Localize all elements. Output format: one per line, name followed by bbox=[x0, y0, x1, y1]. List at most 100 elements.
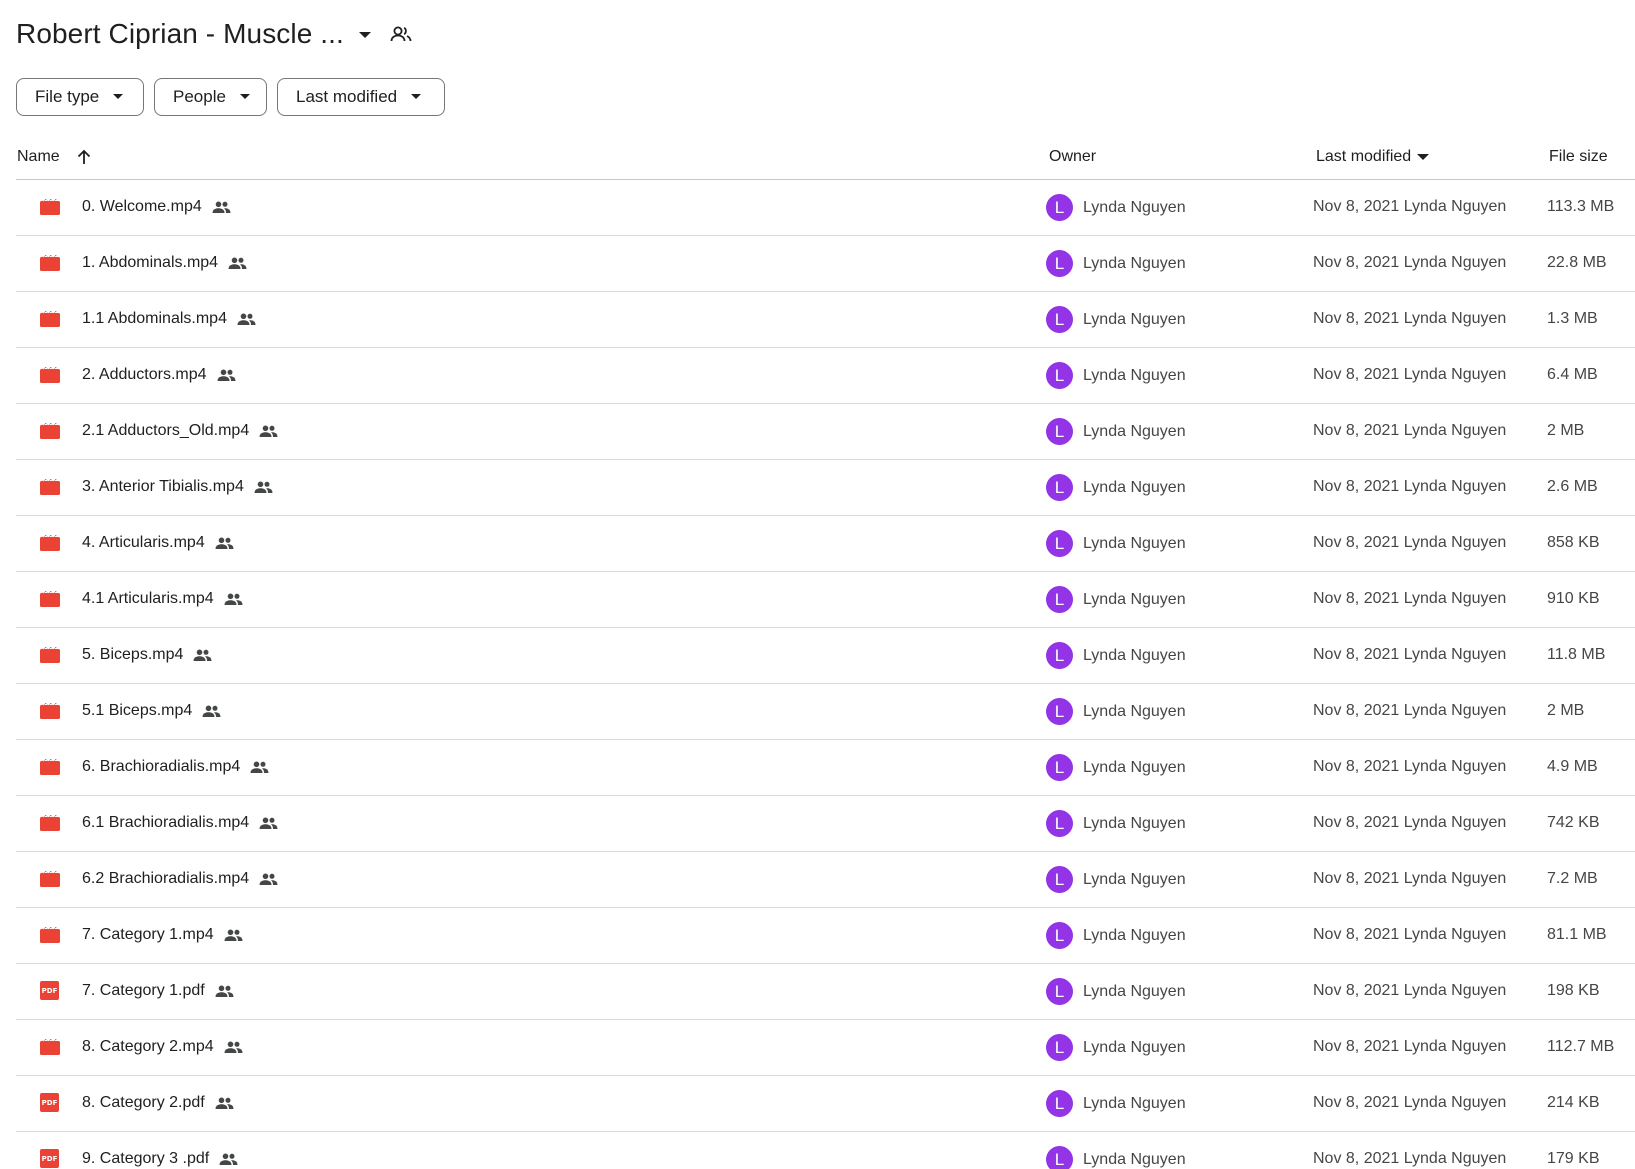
folder-title[interactable]: Robert Ciprian - Muscle ... bbox=[16, 18, 344, 50]
table-row[interactable]: 4.1 Articularis.mp4 L Lynda Nguyen Nov 8, 2… bbox=[16, 572, 1635, 628]
table-row[interactable]: 1.1 Abdominals.mp4 L Lynda Nguyen Nov 8, 20… bbox=[16, 292, 1635, 348]
last-modified-filter[interactable]: Last modified bbox=[277, 78, 445, 116]
shared-people-icon bbox=[228, 257, 247, 269]
file-size-cell: 910 KB bbox=[1547, 590, 1600, 607]
file-size-cell: 2 MB bbox=[1547, 702, 1585, 719]
last-modified-cell: Nov 8, 2021 Lynda Nguyen bbox=[1313, 590, 1507, 607]
table-row[interactable]: 1. Abdominals.mp4 L Lynda Nguyen Nov 8, 202… bbox=[16, 236, 1635, 292]
file-name-cell: 9. Category 3 .pdf bbox=[82, 1150, 238, 1168]
pdf-file-icon: PDF bbox=[40, 1093, 59, 1112]
table-row[interactable]: 5. Biceps.mp4 L Lynda Nguyen Nov 8, 2021 Ly… bbox=[16, 628, 1635, 684]
column-header-file-size[interactable]: File size bbox=[1549, 148, 1608, 166]
table-row[interactable]: PDF 9. Category 3 .pdf L Lynda Nguyen Nov 8,… bbox=[16, 1132, 1635, 1169]
owner-cell: L Lynda Nguyen bbox=[1046, 1034, 1186, 1061]
column-header-owner[interactable]: Owner bbox=[1049, 148, 1096, 166]
file-name: 2. Adductors.mp4 bbox=[82, 366, 207, 383]
column-header-name[interactable]: Name bbox=[17, 148, 92, 166]
avatar[interactable]: L bbox=[1046, 642, 1073, 669]
avatar[interactable]: L bbox=[1046, 866, 1073, 893]
arrow-drop-down-icon[interactable] bbox=[358, 31, 372, 39]
table-row[interactable]: 0. Welcome.mp4 L Lynda Nguyen Nov 8, 2021 L… bbox=[16, 180, 1635, 236]
last-modified-cell: Nov 8, 2021 Lynda Nguyen bbox=[1313, 198, 1507, 215]
avatar[interactable]: L bbox=[1046, 754, 1073, 781]
avatar[interactable]: L bbox=[1046, 698, 1073, 725]
owner-cell: L Lynda Nguyen bbox=[1046, 1090, 1186, 1117]
file-name: 7. Category 1.pdf bbox=[82, 982, 205, 999]
column-header-last-modified[interactable]: Last modified bbox=[1316, 148, 1430, 166]
owner-name: Lynda Nguyen bbox=[1083, 478, 1186, 496]
file-name: 1. Abdominals.mp4 bbox=[82, 254, 219, 271]
avatar[interactable]: L bbox=[1046, 922, 1073, 949]
owner-name: Lynda Nguyen bbox=[1083, 982, 1186, 1000]
file-size-cell: 198 KB bbox=[1547, 982, 1600, 999]
arrow-upward-icon[interactable] bbox=[76, 149, 92, 165]
file-size-cell: 1.3 MB bbox=[1547, 310, 1598, 327]
file-name: 8. Category 2.mp4 bbox=[82, 1038, 214, 1055]
avatar[interactable]: L bbox=[1046, 418, 1073, 445]
owner-cell: L Lynda Nguyen bbox=[1046, 922, 1186, 949]
owner-cell: L Lynda Nguyen bbox=[1046, 866, 1186, 893]
arrow-drop-down-icon[interactable] bbox=[1417, 153, 1430, 161]
avatar[interactable]: L bbox=[1046, 194, 1073, 221]
avatar[interactable]: L bbox=[1046, 1090, 1073, 1117]
file-size-cell: 113.3 MB bbox=[1547, 198, 1615, 215]
file-name-cell: 4. Articularis.mp4 bbox=[82, 534, 234, 552]
table-row[interactable]: 8. Category 2.mp4 L Lynda Nguyen Nov 8, 202… bbox=[16, 1020, 1635, 1076]
avatar[interactable]: L bbox=[1046, 250, 1073, 277]
video-file-icon bbox=[40, 310, 60, 327]
file-name-cell: 8. Category 2.mp4 bbox=[82, 1038, 243, 1056]
owner-cell: L Lynda Nguyen bbox=[1046, 698, 1186, 725]
table-row[interactable]: 7. Category 1.mp4 L Lynda Nguyen Nov 8, 202… bbox=[16, 908, 1635, 964]
owner-name: Lynda Nguyen bbox=[1083, 310, 1186, 328]
table-row[interactable]: 5.1 Biceps.mp4 L Lynda Nguyen Nov 8, 2021 L… bbox=[16, 684, 1635, 740]
file-name: 3. Anterior Tibialis.mp4 bbox=[82, 478, 244, 495]
filter-label: File type bbox=[35, 87, 100, 106]
video-file-icon bbox=[40, 422, 60, 439]
video-file-icon bbox=[40, 870, 60, 887]
video-file-icon bbox=[40, 702, 60, 719]
last-modified-cell: Nov 8, 2021 Lynda Nguyen bbox=[1313, 702, 1507, 719]
shared-people-icon bbox=[215, 985, 234, 997]
table-row[interactable]: 6.2 Brachioradialis.mp4 L Lynda Nguyen Nov … bbox=[16, 852, 1635, 908]
shared-people-icon bbox=[259, 425, 278, 437]
owner-cell: L Lynda Nguyen bbox=[1046, 194, 1186, 221]
file-name-cell: 6. Brachioradialis.mp4 bbox=[82, 758, 269, 776]
avatar[interactable]: L bbox=[1046, 1034, 1073, 1061]
table-row[interactable]: PDF 7. Category 1.pdf L Lynda Nguyen Nov 8, … bbox=[16, 964, 1635, 1020]
file-name: 5. Biceps.mp4 bbox=[82, 646, 184, 663]
avatar[interactable]: L bbox=[1046, 362, 1073, 389]
table-row[interactable]: PDF 8. Category 2.pdf L Lynda Nguyen Nov 8, … bbox=[16, 1076, 1635, 1132]
shared-people-icon bbox=[254, 481, 273, 493]
shared-people-icon[interactable] bbox=[390, 25, 412, 43]
table-row[interactable]: 2. Adductors.mp4 L Lynda Nguyen Nov 8, 2021… bbox=[16, 348, 1635, 404]
avatar[interactable]: L bbox=[1046, 530, 1073, 557]
table-row[interactable]: 6. Brachioradialis.mp4 L Lynda Nguyen Nov 8… bbox=[16, 740, 1635, 796]
avatar[interactable]: L bbox=[1046, 978, 1073, 1005]
people-filter[interactable]: People bbox=[154, 78, 267, 116]
file-size-cell: 179 KB bbox=[1547, 1150, 1600, 1167]
table-row[interactable]: 4. Articularis.mp4 L Lynda Nguyen Nov 8, 20… bbox=[16, 516, 1635, 572]
owner-cell: L Lynda Nguyen bbox=[1046, 474, 1186, 501]
file-type-filter[interactable]: File type bbox=[16, 78, 144, 116]
last-modified-cell: Nov 8, 2021 Lynda Nguyen bbox=[1313, 926, 1507, 943]
filter-label: People bbox=[173, 87, 226, 106]
avatar[interactable]: L bbox=[1046, 810, 1073, 837]
file-size-cell: 81.1 MB bbox=[1547, 926, 1607, 943]
file-name-cell: 7. Category 1.pdf bbox=[82, 982, 234, 1000]
video-file-icon bbox=[40, 478, 60, 495]
file-name: 5.1 Biceps.mp4 bbox=[82, 702, 193, 719]
video-file-icon bbox=[40, 926, 60, 943]
avatar[interactable]: L bbox=[1046, 306, 1073, 333]
avatar[interactable]: L bbox=[1046, 586, 1073, 613]
table-row[interactable]: 2.1 Adductors_Old.mp4 L Lynda Nguyen Nov 8,… bbox=[16, 404, 1635, 460]
table-row[interactable]: 3. Anterior Tibialis.mp4 L Lynda Nguyen Nov… bbox=[16, 460, 1635, 516]
table-row[interactable]: 6.1 Brachioradialis.mp4 L Lynda Nguyen Nov … bbox=[16, 796, 1635, 852]
file-size-cell: 22.8 MB bbox=[1547, 254, 1607, 271]
avatar[interactable]: L bbox=[1046, 1146, 1073, 1169]
avatar[interactable]: L bbox=[1046, 474, 1073, 501]
shared-people-icon bbox=[202, 705, 221, 717]
video-file-icon bbox=[40, 198, 60, 215]
filter-label: Last modified bbox=[296, 87, 398, 106]
owner-cell: L Lynda Nguyen bbox=[1046, 810, 1186, 837]
column-header-row: Name Owner Last modified File size bbox=[16, 132, 1635, 180]
